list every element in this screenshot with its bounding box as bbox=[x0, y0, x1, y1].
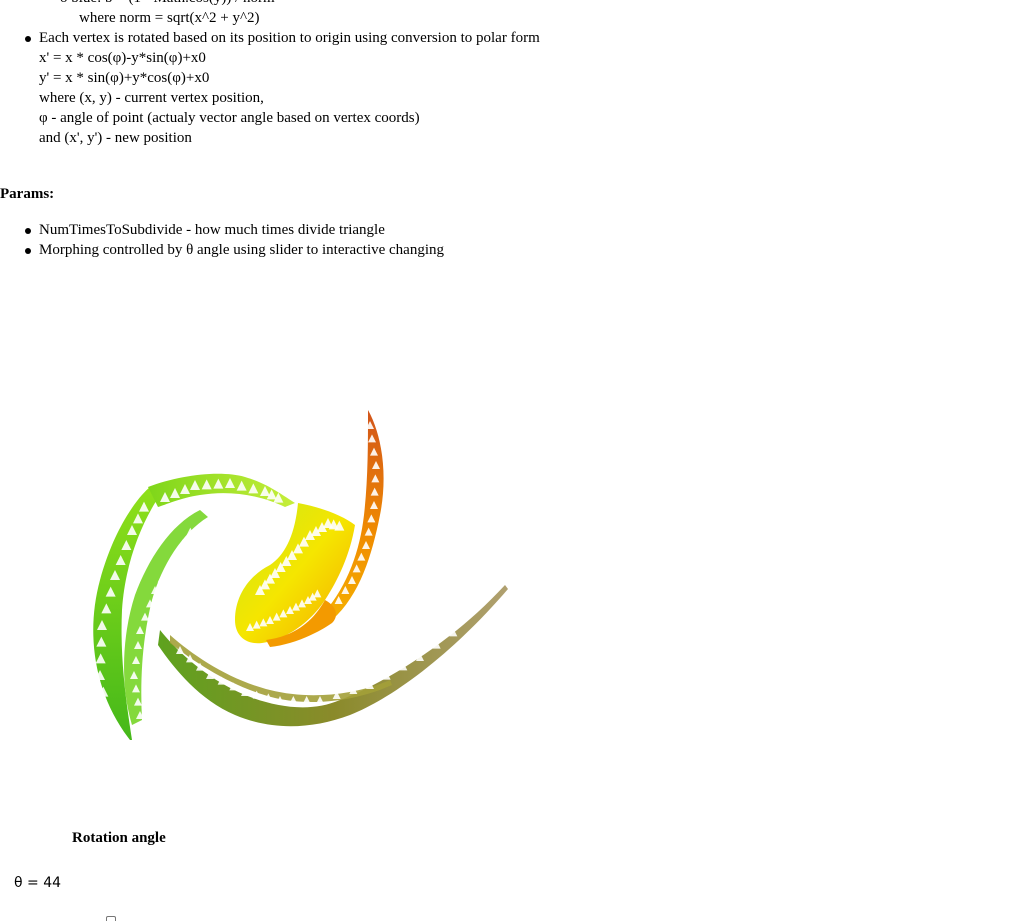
new-position-definition: and (x', y') - new position bbox=[39, 130, 192, 146]
slider-heading: Rotation angle bbox=[72, 830, 166, 846]
params-heading: Params: bbox=[0, 186, 55, 202]
phi-definition: φ - angle of point (actualy vector angle… bbox=[39, 110, 420, 126]
bullet-icon bbox=[25, 36, 31, 42]
bullet-icon bbox=[25, 228, 31, 234]
gasket-inner-green-band bbox=[124, 510, 208, 725]
gasket-center bbox=[235, 503, 355, 644]
gasket-hole bbox=[382, 671, 391, 680]
bullet-icon bbox=[25, 248, 31, 254]
y-prime-formula: y' = x * sin(φ)+y*cos(φ)+x0 bbox=[39, 70, 210, 86]
twisted-gasket-drawing bbox=[93, 410, 508, 740]
norm-definition: where norm = sqrt(x^2 + y^2) bbox=[79, 10, 260, 26]
vertex-definition: where (x, y) - current vertex position, bbox=[39, 90, 264, 106]
gasket-left-arm bbox=[93, 487, 160, 740]
gasket-hole bbox=[366, 681, 374, 689]
param-morphing: Morphing controlled by θ angle using sli… bbox=[39, 242, 445, 258]
gasket-hole bbox=[241, 688, 249, 696]
rotation-description: Each vertex is rotated based on its posi… bbox=[39, 30, 540, 46]
description-cut-line: o blue: b = (1 - Math.cos(y)) / norm bbox=[60, 0, 275, 8]
gasket-hole bbox=[349, 686, 358, 694]
theta-readout: θ = 44 bbox=[14, 875, 62, 891]
x-prime-formula: x' = x * cos(φ)-y*sin(φ)+x0 bbox=[39, 50, 206, 66]
gasket-hole bbox=[105, 720, 115, 730]
webgl-canvas bbox=[70, 395, 530, 760]
gasket-top-arm bbox=[148, 473, 295, 507]
rotation-slider[interactable] bbox=[106, 916, 116, 921]
param-subdivide: NumTimesToSubdivide - how much times div… bbox=[39, 222, 385, 238]
